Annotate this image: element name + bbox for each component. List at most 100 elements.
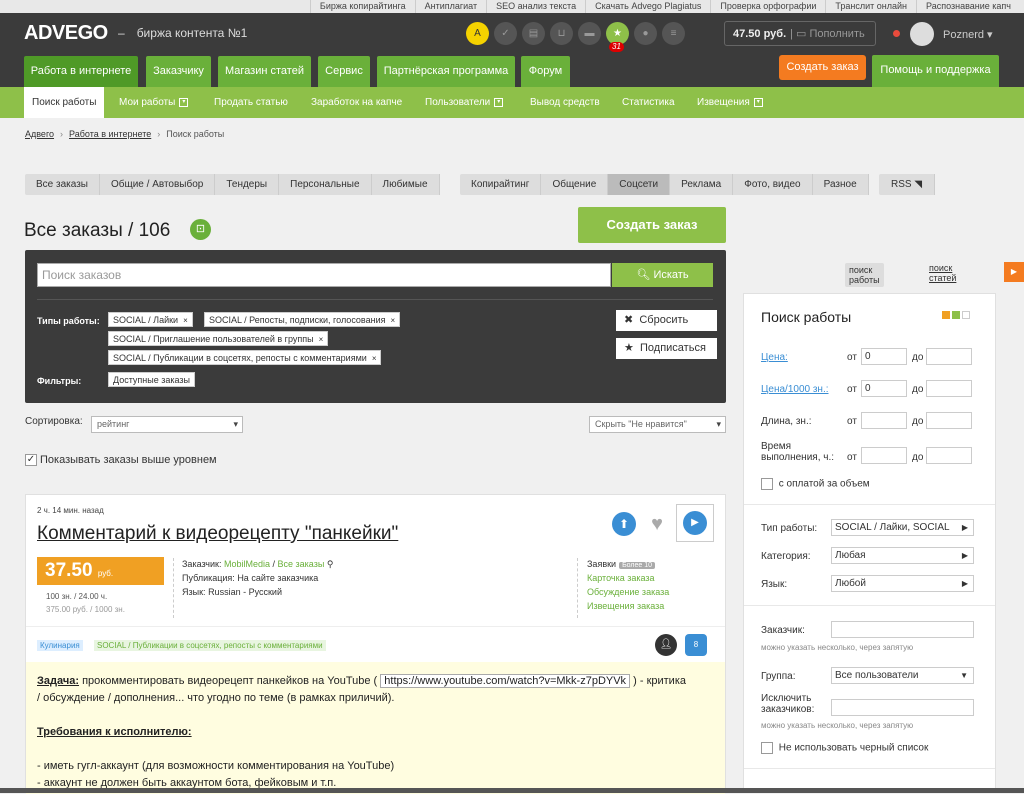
top-link[interactable]: Скачать Advego Plagiatus	[585, 0, 710, 13]
check-icon[interactable]: ✓	[494, 22, 517, 45]
type-tag[interactable]: SOCIAL / Публикации в соцсетях, репосты …	[94, 640, 326, 651]
user-icon[interactable]: 👤︎	[655, 634, 677, 656]
applications-link[interactable]: Заявки Более 10	[587, 559, 655, 569]
username[interactable]: Poznerd ▾	[943, 28, 993, 41]
subnav-sell-article[interactable]: Продать статью	[214, 87, 288, 118]
tab-shop[interactable]: Магазин статей	[218, 56, 311, 87]
price-1000-to-input[interactable]	[926, 380, 972, 397]
subnav-captcha[interactable]: Заработок на капче	[311, 87, 402, 118]
customer-input[interactable]	[831, 621, 974, 638]
subnav-notifications[interactable]: Извещения ▾	[697, 87, 763, 118]
price-label[interactable]: Цена:	[761, 352, 788, 363]
heart-icon[interactable]: ♥	[645, 512, 669, 536]
top-link[interactable]: Проверка орфографии	[710, 0, 825, 13]
folder-icon[interactable]: ▬	[578, 22, 601, 45]
hide-select[interactable]: Скрыть "Не нравится" ▾	[589, 416, 726, 433]
list-icon[interactable]: ≡	[662, 22, 685, 45]
translate-icon[interactable]: A	[466, 22, 489, 45]
search-articles-link[interactable]: поиск статей	[929, 263, 956, 283]
create-order-header-button[interactable]: Создать заказ	[779, 55, 866, 80]
subnav-withdraw[interactable]: Вывод средств	[530, 87, 600, 118]
volume-row[interactable]: с оплатой за объем	[761, 478, 870, 490]
all-orders-link[interactable]: Все заказы	[278, 559, 325, 569]
tab-service[interactable]: Сервис	[318, 56, 370, 87]
top-link[interactable]: SEO анализ текста	[486, 0, 585, 13]
close-icon[interactable]: ×	[372, 354, 377, 363]
checkbox[interactable]	[761, 478, 773, 490]
order-discussion-link[interactable]: Обсуждение заказа	[587, 587, 669, 597]
time-from-input[interactable]	[861, 447, 907, 464]
lang-select[interactable]: Любой ▶	[831, 575, 974, 592]
price-1000-from-input[interactable]: 0	[861, 380, 907, 397]
exclude-input[interactable]	[831, 699, 974, 716]
filter-ads[interactable]: Реклама	[670, 174, 734, 195]
top-link[interactable]: Распознавание капч	[916, 0, 1020, 13]
top-link[interactable]: Биржа копирайтинга	[309, 0, 415, 13]
subnav-my-works[interactable]: Мои работы ▾	[119, 87, 189, 118]
filter-communication[interactable]: Общение	[541, 174, 609, 195]
create-order-button[interactable]: Создать заказ	[578, 207, 726, 243]
search-button[interactable]: 🔍︎ Искать	[612, 263, 713, 287]
order-notifications-link[interactable]: Извещения заказа	[587, 601, 664, 611]
filter-misc[interactable]: Разное	[813, 174, 869, 195]
price-1000-label[interactable]: Цена/1000 зн.:	[761, 384, 829, 395]
filter-photo[interactable]: Фото, видео	[733, 174, 813, 195]
category-tag[interactable]: Кулинария	[37, 640, 83, 651]
time-to-input[interactable]	[926, 447, 972, 464]
tab-forum[interactable]: Форум	[521, 56, 570, 87]
length-from-input[interactable]	[861, 412, 907, 429]
sort-select[interactable]: рейтинг ▾	[91, 416, 243, 433]
subnav-search-work[interactable]: Поиск работы	[24, 87, 105, 118]
filter-tenders[interactable]: Тендеры	[215, 174, 280, 195]
reset-button[interactable]: ✖ Сбросить	[616, 310, 717, 331]
show-above-row[interactable]: ✓ Показывать заказы выше уровнем	[25, 454, 217, 467]
subscribe-button[interactable]: ★ Подписаться	[616, 338, 717, 359]
layout-toggle[interactable]	[942, 311, 970, 319]
star-icon[interactable]: ★ 31	[606, 22, 629, 52]
filter-favorite[interactable]: Любимые	[372, 174, 440, 195]
checkbox[interactable]	[761, 742, 773, 754]
bookmark-icon[interactable]: ⊡	[190, 219, 211, 240]
length-to-input[interactable]	[926, 412, 972, 429]
search-work-link[interactable]: поиск работы	[845, 263, 884, 287]
cart-icon[interactable]: ⊔	[550, 22, 573, 45]
order-title[interactable]: Комментарий к видеорецепту "панкейки"	[37, 523, 398, 545]
close-icon[interactable]: ×	[183, 316, 188, 325]
doc-icon[interactable]: ▤	[522, 22, 545, 45]
order-card-link[interactable]: Карточка заказа	[587, 573, 655, 583]
chevron-right-icon[interactable]: ▶	[1004, 262, 1024, 282]
subnav-users[interactable]: Пользователи ▾	[425, 87, 504, 118]
breadcrumb-home[interactable]: Адвего	[25, 129, 54, 139]
tab-partner[interactable]: Партнёрская программа	[377, 56, 515, 87]
arrow-up-icon[interactable]: ⬆	[612, 512, 636, 536]
top-link[interactable]: Антиплагиат	[414, 0, 487, 13]
price-to-input[interactable]	[926, 348, 972, 365]
filter-general[interactable]: Общие / Автовыбор	[100, 174, 216, 195]
search-input[interactable]: Поиск заказов	[37, 263, 611, 287]
checkbox[interactable]: ✓	[25, 454, 37, 467]
breadcrumb-work[interactable]: Работа в интернете	[69, 129, 151, 139]
balance-box[interactable]: 47.50 руб. | ▭ Пополнить	[724, 21, 876, 46]
type-select[interactable]: SOCIAL / Лайки, SOCIAL ▶	[831, 519, 974, 536]
help-button[interactable]: Помощь и поддержка	[872, 55, 999, 87]
filter-social[interactable]: Соцсети	[608, 174, 671, 195]
blacklist-row[interactable]: Не использовать черный список	[761, 742, 928, 754]
tab-work[interactable]: Работа в интернете	[24, 56, 138, 87]
filter-personal[interactable]: Персональные	[279, 174, 372, 195]
tab-customer[interactable]: Заказчику	[146, 56, 211, 87]
logo[interactable]: ADVEGO	[24, 22, 108, 45]
topup-link[interactable]: Пополнить	[809, 28, 864, 40]
chat-icon[interactable]: ●	[634, 22, 657, 45]
video-icon[interactable]: ▶	[676, 504, 714, 542]
price-from-input[interactable]: 0	[861, 348, 907, 365]
customer-link[interactable]: MobilMedia	[224, 559, 270, 569]
close-icon[interactable]: ×	[390, 316, 395, 325]
close-icon[interactable]: ×	[319, 335, 324, 344]
avatar[interactable]	[910, 22, 934, 46]
filter-copywriting[interactable]: Копирайтинг	[460, 174, 542, 195]
category-select[interactable]: Любая ▶	[831, 547, 974, 564]
subnav-stats[interactable]: Статистика	[622, 87, 675, 118]
top-link[interactable]: Транслит онлайн	[825, 0, 916, 13]
rss-button[interactable]: RSS ◥	[879, 174, 936, 195]
url-link[interactable]: https://www.youtube.com/watch?v=Mkk-z7pD…	[380, 674, 631, 688]
